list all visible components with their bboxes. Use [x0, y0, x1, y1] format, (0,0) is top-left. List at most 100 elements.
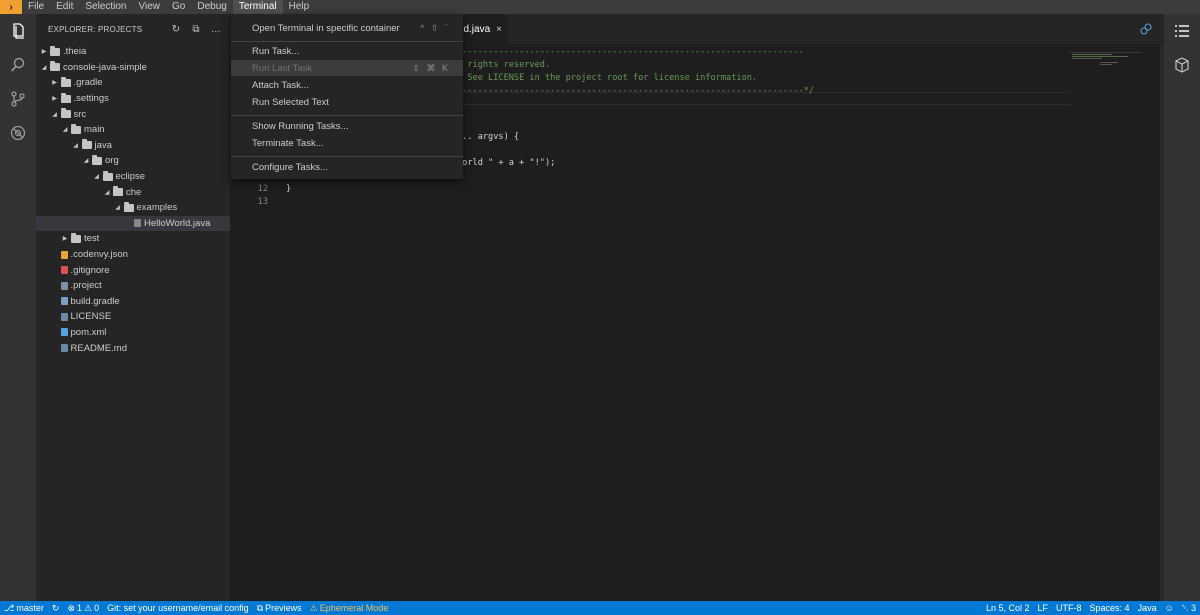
- tree-folder[interactable]: ◢ examples: [36, 200, 230, 216]
- feedback-icon[interactable]: ☺: [1161, 601, 1178, 615]
- tree-folder[interactable]: ▶ test: [36, 231, 230, 247]
- tree-item-label: .settings: [73, 93, 109, 105]
- previews-button[interactable]: ⧉ Previews: [253, 601, 306, 615]
- code-text: }: [286, 184, 292, 194]
- sync-icon[interactable]: ↻: [48, 601, 64, 615]
- text-file-icon: [60, 312, 68, 321]
- tree-item-label: .theia: [63, 46, 87, 58]
- menu-item-open-terminal-container[interactable]: Open Terminal in specific container ^ ⇧ …: [231, 20, 463, 36]
- tree-folder[interactable]: ▶ .theia: [36, 44, 230, 60]
- editor-ruler-line: [460, 104, 1070, 105]
- minimap[interactable]: [1070, 52, 1142, 68]
- text-file-icon: [60, 344, 68, 353]
- explorer-title: EXPLORER: PROJECTS: [48, 24, 143, 34]
- chevron-down-icon[interactable]: ◢: [103, 189, 111, 196]
- outline-icon[interactable]: [1164, 14, 1200, 48]
- ephemeral-mode-indicator[interactable]: ⚠ Ephemeral Mode: [306, 601, 393, 615]
- refresh-icon[interactable]: ↻: [170, 23, 182, 35]
- search-icon[interactable]: [0, 48, 36, 82]
- tree-folder[interactable]: ◢ src: [36, 106, 230, 122]
- chevron-down-icon[interactable]: ◢: [40, 64, 48, 71]
- tree-folder[interactable]: ◢ che: [36, 184, 230, 200]
- menu-item-terminate-task[interactable]: Terminate Task...: [231, 135, 463, 151]
- menu-terminal[interactable]: Terminal: [232, 0, 283, 14]
- tree-file[interactable]: HelloWorld.java: [36, 215, 230, 232]
- tree-folder[interactable]: ◢ java: [36, 138, 230, 154]
- menu-item-label: Terminate Task...: [252, 137, 324, 149]
- problems-indicator[interactable]: ⊗ 1 ⚠ 0: [63, 601, 103, 615]
- folder-icon: [71, 232, 81, 243]
- chevron-down-icon[interactable]: ◢: [82, 157, 90, 164]
- tree-file[interactable]: .gitignore: [36, 262, 230, 278]
- folder-icon: [50, 45, 60, 56]
- tree-item-label: .gradle: [73, 77, 103, 89]
- language-mode[interactable]: Java: [1134, 601, 1161, 615]
- xml-file-icon: [60, 328, 68, 337]
- menu-item-show-running-tasks[interactable]: Show Running Tasks...: [231, 118, 463, 134]
- workspace-box-icon[interactable]: [1164, 48, 1200, 82]
- menu-item-label: Configure Tasks...: [252, 161, 328, 173]
- notifications[interactable]: ␇ 3: [1178, 601, 1200, 615]
- indentation[interactable]: Spaces: 4: [1086, 601, 1134, 615]
- source-control-icon[interactable]: [0, 82, 36, 116]
- chevron-right-icon[interactable]: ▶: [40, 48, 48, 55]
- tree-item-label: .project: [70, 280, 102, 292]
- chevron-down-icon[interactable]: ◢: [93, 173, 101, 180]
- tree-file[interactable]: pom.xml: [36, 325, 230, 341]
- chevron-down-icon[interactable]: ◢: [51, 111, 59, 118]
- tree-folder[interactable]: ◢ org: [36, 153, 230, 169]
- chevron-right-icon[interactable]: ▶: [61, 235, 69, 242]
- tab-close-icon[interactable]: ×: [496, 24, 502, 35]
- encoding[interactable]: UTF-8: [1052, 601, 1086, 615]
- menu-view[interactable]: View: [133, 0, 167, 14]
- debug-icon[interactable]: [0, 116, 36, 150]
- tree-folder[interactable]: ▶ .gradle: [36, 75, 230, 91]
- tree-folder[interactable]: ◢ eclipse: [36, 169, 230, 185]
- menu-item-attach-task[interactable]: Attach Task...: [231, 77, 463, 93]
- tree-file[interactable]: README.md: [36, 340, 230, 356]
- git-branch[interactable]: ⎇ master: [0, 601, 48, 615]
- menu-selection[interactable]: Selection: [79, 0, 132, 14]
- folder-icon: [60, 76, 71, 87]
- git-message[interactable]: Git: set your username/email config: [103, 601, 253, 615]
- chevron-right-icon[interactable]: ▶: [51, 79, 59, 86]
- explorer-files-icon[interactable]: [0, 14, 36, 48]
- tree-folder[interactable]: ▶ .settings: [36, 91, 230, 107]
- menu-file[interactable]: File: [22, 0, 50, 14]
- menu-item-run-last-task[interactable]: Run Last Task ⇧ ⌘ K: [231, 60, 463, 76]
- tree-item-label: org: [105, 155, 119, 167]
- cursor-position[interactable]: Ln 5, Col 2: [982, 601, 1034, 615]
- chevron-down-icon[interactable]: ◢: [72, 142, 80, 149]
- menu-item-run-selected-text[interactable]: Run Selected Text: [231, 94, 463, 110]
- menu-go[interactable]: Go: [166, 0, 191, 14]
- folder-icon: [92, 154, 102, 165]
- chevron-down-icon[interactable]: ◢: [61, 126, 69, 133]
- chevron-right-icon[interactable]: ▶: [51, 95, 59, 102]
- tree-item-label: eclipse: [115, 171, 146, 183]
- tree-file[interactable]: build.gradle: [36, 294, 230, 310]
- more-actions-icon[interactable]: …: [210, 23, 222, 35]
- tree-item-label: console-java-simple: [63, 61, 147, 73]
- collapse-all-icon[interactable]: ⧉: [190, 23, 202, 35]
- menu-help[interactable]: Help: [283, 0, 316, 14]
- tree-file[interactable]: .codenvy.json: [36, 247, 230, 263]
- folder-icon: [71, 123, 81, 134]
- menu-item-label: Show Running Tasks...: [252, 120, 349, 132]
- project-file-icon: [60, 281, 68, 290]
- chevron-down-icon[interactable]: ◢: [114, 204, 122, 211]
- menu-debug[interactable]: Debug: [191, 0, 232, 14]
- tree-folder[interactable]: ◢ main: [36, 122, 230, 138]
- menu-edit[interactable]: Edit: [50, 0, 79, 14]
- tree-file[interactable]: .project: [36, 278, 230, 294]
- menu-item-run-task[interactable]: Run Task...: [231, 43, 463, 59]
- split-editor-icon[interactable]: [1140, 23, 1152, 35]
- warning-icon: ⚠: [84, 603, 93, 613]
- end-of-line[interactable]: LF: [1034, 601, 1053, 615]
- file-tree: ▶ .theia ◢ console-java-simple ▶ .gradle ▶ .set…: [36, 44, 230, 356]
- menu-item-label: Run Last Task: [252, 62, 313, 74]
- tree-folder[interactable]: ◢ console-java-simple: [36, 60, 230, 76]
- tree-file[interactable]: LICENSE: [36, 309, 230, 325]
- app-logo-icon[interactable]: ›: [0, 0, 22, 14]
- menu-item-configure-tasks[interactable]: Configure Tasks...: [231, 159, 463, 175]
- previews-icon: ⧉: [256, 603, 264, 613]
